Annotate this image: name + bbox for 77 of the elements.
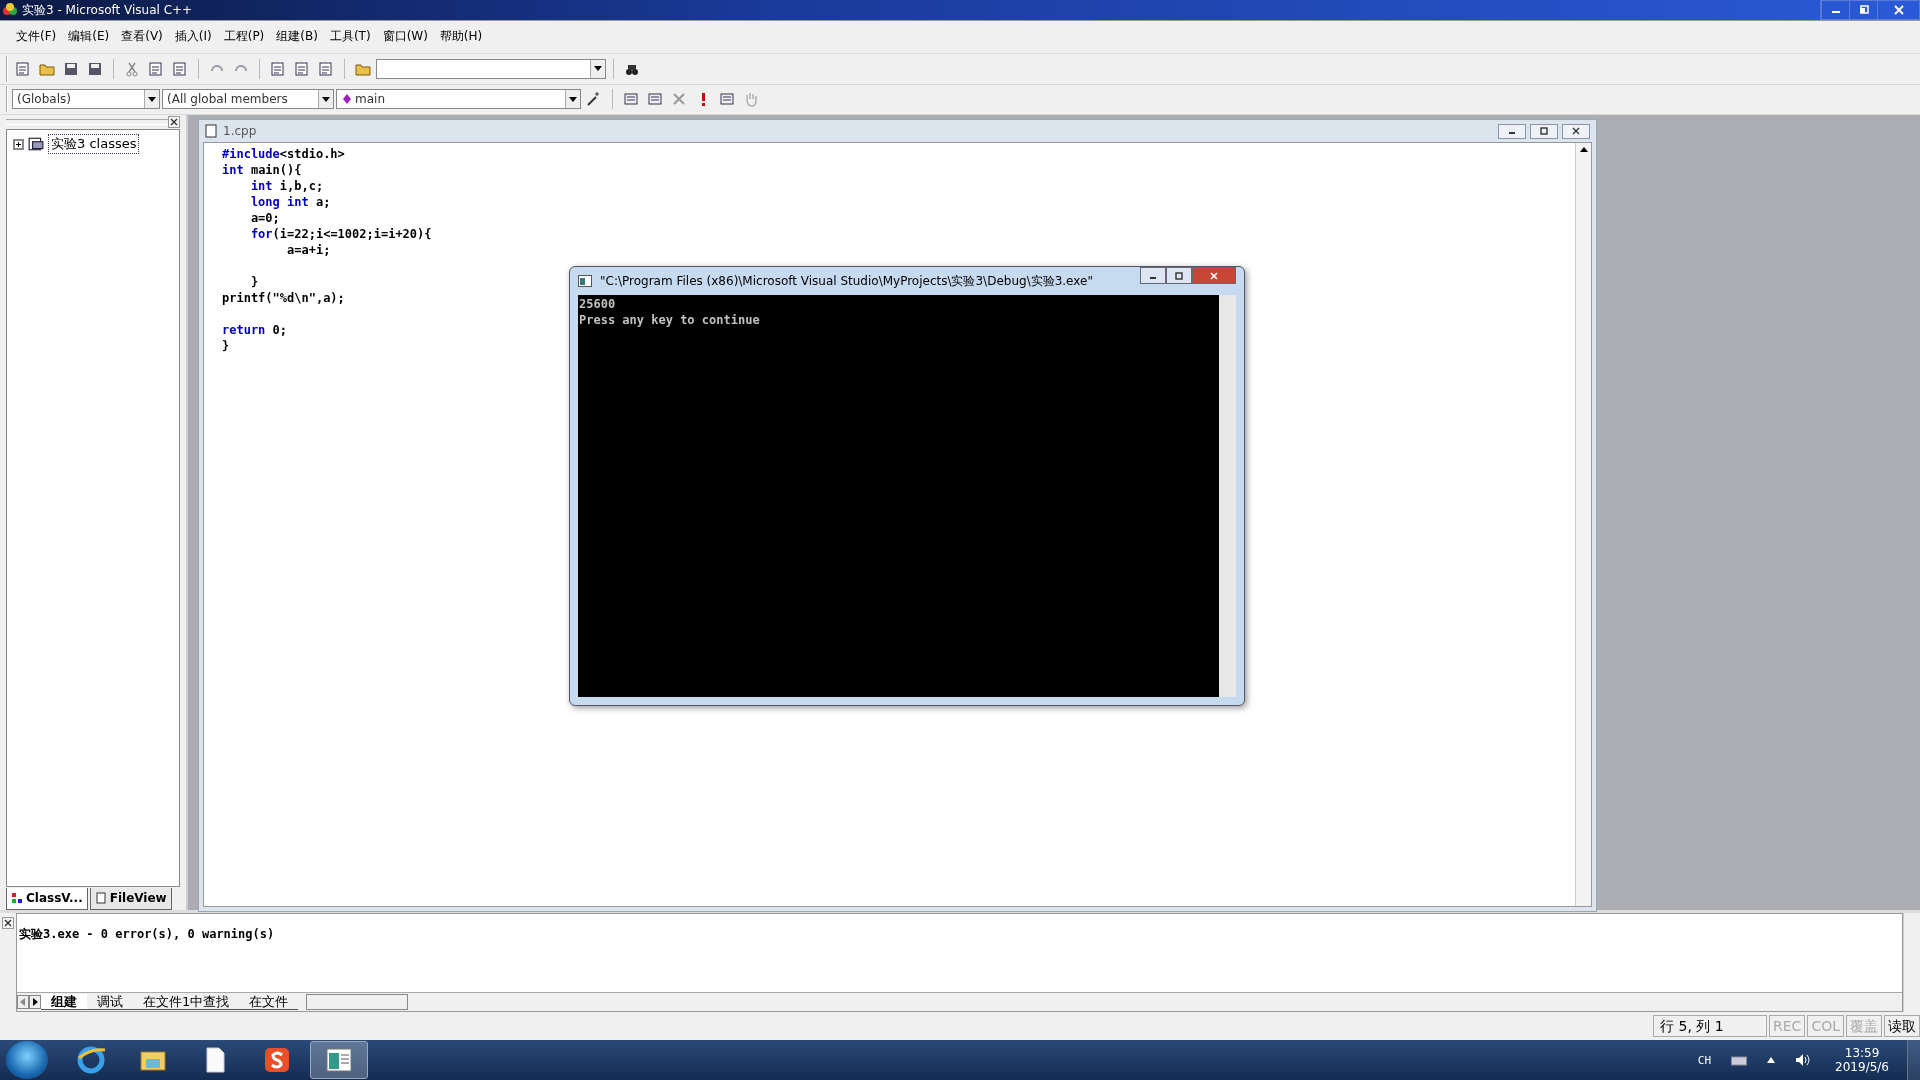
menu-item[interactable]: 编辑(E): [62, 28, 116, 46]
document-title: 1.cpp: [223, 124, 257, 139]
s-logo-icon: [262, 1045, 292, 1075]
output-tab[interactable]: 调试: [87, 994, 133, 1011]
code-line: a=a+i;: [286, 242, 331, 259]
status-indicator: 读取: [1884, 1015, 1920, 1038]
status-indicator: REC: [1769, 1015, 1806, 1038]
app-icon: [2, 2, 18, 18]
console-title: "C:\Program Files (x86)\Microsoft Visual Studio\MyProjects\实验3\Debug\实验3.exe": [600, 272, 1093, 290]
menu-item[interactable]: 窗口(W): [376, 28, 434, 46]
cursor-position: 行 5, 列 1: [1653, 1015, 1768, 1038]
code-line: printf("%d\n",a);: [222, 290, 345, 307]
code-line: }: [249, 274, 259, 291]
scroll-right-icon[interactable]: [29, 995, 41, 1010]
console-line: Press any key to continue: [579, 313, 760, 330]
output-line: 实验3.exe - 0 error(s), 0 warning(s): [19, 925, 276, 943]
classes-icon: [11, 892, 23, 905]
menu-item[interactable]: 帮助(H): [433, 28, 489, 46]
menu-item[interactable]: 工具(T): [323, 28, 377, 46]
browser-icon: [76, 1045, 106, 1075]
file-icon: [205, 124, 217, 139]
input-language[interactable]: CH: [1697, 1053, 1712, 1067]
scrollbar[interactable]: [1219, 295, 1236, 698]
code-line: }: [222, 338, 230, 355]
taskbar-button[interactable]: [310, 1041, 368, 1079]
diamond-icon: [343, 94, 351, 105]
output-tab[interactable]: 在文件1中查找: [133, 994, 240, 1011]
minimize-button[interactable]: [1140, 267, 1166, 285]
speaker-icon[interactable]: [1795, 1052, 1812, 1068]
code-line: int main(){: [222, 162, 302, 179]
start-button[interactable]: [6, 1041, 48, 1079]
close-icon[interactable]: [1572, 127, 1580, 136]
status-indicator: 覆盖: [1846, 1015, 1882, 1038]
menu-item[interactable]: 组建(B): [270, 28, 324, 46]
minimize-button[interactable]: [1498, 123, 1526, 139]
window-icon: [324, 1045, 354, 1075]
tree-item[interactable]: 实验3 classes: [48, 134, 140, 155]
code-line: int i,b,c;: [249, 178, 324, 195]
output-tab[interactable]: 组建: [41, 994, 87, 1011]
restore-icon[interactable]: [1540, 127, 1548, 136]
restore-button[interactable]: [1166, 267, 1192, 285]
console-line: 25600: [579, 297, 616, 314]
restore-icon[interactable]: [1175, 271, 1183, 280]
restore-button[interactable]: [1530, 123, 1558, 139]
classes-icon: [28, 136, 44, 153]
dropdown-arrow-icon[interactable]: [594, 66, 602, 72]
output-tab[interactable]: 在文件: [239, 994, 299, 1011]
scrollbar[interactable]: [306, 994, 409, 1011]
panel-tab[interactable]: FileView: [89, 887, 172, 910]
function-combo[interactable]: main: [336, 89, 581, 110]
clock-time[interactable]: 13:59: [1844, 1046, 1880, 1060]
menu-item[interactable]: 插入(I): [168, 28, 218, 46]
code-line: long int a;: [249, 194, 331, 211]
dropdown-arrow-icon[interactable]: [148, 96, 156, 102]
code-line: #include<stdio.h>: [222, 146, 345, 163]
menu-item[interactable]: 工程(P): [217, 28, 271, 46]
menu-item[interactable]: 查看(V): [115, 28, 169, 46]
dropdown-arrow-icon[interactable]: [322, 96, 330, 102]
file-icon: [94, 892, 107, 905]
scrollbar[interactable]: [1575, 143, 1591, 906]
class-combo[interactable]: (Globals): [12, 89, 160, 110]
code-line: for(i=22;i<=1002;i=i+20){: [249, 226, 432, 243]
members-combo[interactable]: (All global members: [162, 89, 334, 110]
code-line: return 0;: [222, 322, 288, 339]
keyboard-icon[interactable]: [1731, 1054, 1748, 1066]
console-icon: [578, 275, 592, 288]
expand-icon[interactable]: [13, 138, 24, 150]
scroll-up-icon[interactable]: [1579, 147, 1588, 153]
clock-date[interactable]: 2019/5/6: [1835, 1060, 1889, 1074]
code-line: a=0;: [249, 210, 280, 227]
close-button[interactable]: [1562, 123, 1590, 139]
window-title: 实验3 - Microsoft Visual C++: [22, 1, 193, 19]
status-indicator: COL: [1807, 1015, 1844, 1038]
menu-item[interactable]: 文件(F): [10, 28, 63, 46]
panel-tab[interactable]: ClassV...: [6, 887, 88, 910]
show-hidden-icon[interactable]: [1767, 1057, 1776, 1063]
dropdown-arrow-icon[interactable]: [569, 96, 577, 102]
